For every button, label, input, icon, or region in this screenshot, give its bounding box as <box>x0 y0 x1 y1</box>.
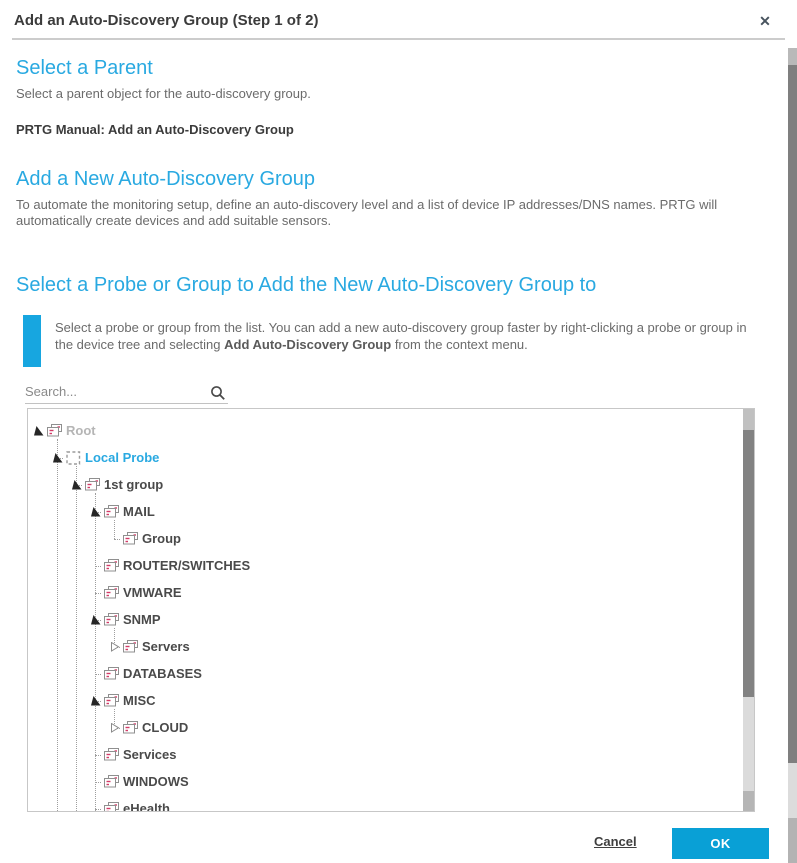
group-icon <box>104 802 120 813</box>
info-text: Select a probe or group from the list. Y… <box>55 319 755 353</box>
tree-item-label[interactable]: VMWARE <box>123 585 182 600</box>
tree-item-router-switches[interactable]: ROUTER/SWITCHES <box>91 552 250 579</box>
toggle-placeholder <box>91 560 102 571</box>
header-divider <box>12 38 785 40</box>
close-icon[interactable]: ✕ <box>753 9 777 33</box>
tree-item-misc[interactable]: MISC <box>91 687 156 714</box>
collapse-toggle-icon[interactable] <box>91 614 102 625</box>
tree-item-label[interactable]: 1st group <box>104 477 163 492</box>
tree-item-snmp[interactable]: SNMP <box>91 606 161 633</box>
tree-item-servers[interactable]: Servers <box>110 633 190 660</box>
collapse-toggle-icon[interactable] <box>72 479 83 490</box>
collapse-toggle-icon[interactable] <box>91 506 102 517</box>
dialog-scrollbar-thumb[interactable] <box>788 65 797 763</box>
tree-item-label[interactable]: WINDOWS <box>123 774 189 789</box>
group-icon <box>104 559 120 573</box>
tree-item-label[interactable]: Services <box>123 747 177 762</box>
tree-item-ehealth[interactable]: eHealth <box>91 795 170 812</box>
info-text-bold: Add Auto-Discovery Group <box>224 337 391 352</box>
tree-item-group[interactable]: Group <box>110 525 181 552</box>
dialog-scrollbar-track-bottom[interactable] <box>788 818 797 863</box>
tree-item-mail[interactable]: MAIL <box>91 498 155 525</box>
tree-item-label[interactable]: Root <box>66 423 96 438</box>
info-accent-bar <box>23 315 41 367</box>
tree-scrollbar-track[interactable] <box>743 697 754 791</box>
dialog-title: Add an Auto-Discovery Group (Step 1 of 2… <box>14 12 318 29</box>
tree-item-vmware[interactable]: VMWARE <box>91 579 182 606</box>
tree-item-label[interactable]: MAIL <box>123 504 155 519</box>
tree-item-label[interactable]: ROUTER/SWITCHES <box>123 558 250 573</box>
dialog-scrollbar-track-top[interactable] <box>788 48 797 65</box>
tree-item-label[interactable]: SNMP <box>123 612 161 627</box>
select-parent-description: Select a parent object for the auto-disc… <box>16 86 311 102</box>
tree-scrollbar-track-top[interactable] <box>743 409 754 430</box>
tree-connector-line <box>57 439 58 812</box>
ok-button[interactable]: OK <box>672 828 769 859</box>
group-icon <box>104 505 120 519</box>
group-icon <box>47 424 63 438</box>
toggle-placeholder <box>91 668 102 679</box>
collapse-toggle-icon[interactable] <box>34 425 45 436</box>
collapse-toggle-icon[interactable] <box>91 695 102 706</box>
group-icon <box>104 586 120 600</box>
toggle-placeholder <box>91 776 102 787</box>
tree-scrollbar-track-bottom[interactable] <box>743 791 754 811</box>
info-text-suffix: from the context menu. <box>391 337 528 352</box>
tree-item-root[interactable]: Root <box>34 417 96 444</box>
add-group-description: To automate the monitoring setup, define… <box>16 197 761 229</box>
select-probe-heading: Select a Probe or Group to Add the New A… <box>16 274 596 297</box>
tree-item-label[interactable]: Group <box>142 531 181 546</box>
prtg-manual-link[interactable]: PRTG Manual: Add an Auto-Discovery Group <box>16 122 294 137</box>
tree-item-label[interactable]: Servers <box>142 639 190 654</box>
toggle-placeholder <box>91 749 102 760</box>
toggle-placeholder <box>91 803 102 812</box>
tree-connector-line <box>76 466 77 812</box>
tree-item-label[interactable]: MISC <box>123 693 156 708</box>
group-icon <box>123 532 139 546</box>
tree-item-label[interactable]: CLOUD <box>142 720 188 735</box>
collapse-toggle-icon[interactable] <box>53 452 64 463</box>
group-icon <box>104 667 120 681</box>
tree-item-cloud[interactable]: CLOUD <box>110 714 188 741</box>
toggle-placeholder <box>110 533 121 544</box>
tree-item-label[interactable]: eHealth <box>123 801 170 812</box>
tree-item-local-probe[interactable]: Local Probe <box>53 444 159 471</box>
expand-toggle-icon[interactable] <box>110 722 121 733</box>
toggle-placeholder <box>91 587 102 598</box>
tree-scrollbar-thumb[interactable] <box>743 430 754 697</box>
device-tree: Root Local Probe 1st group MAIL Group ROUTER/… <box>27 408 755 812</box>
expand-toggle-icon[interactable] <box>110 641 121 652</box>
tree-item-databases[interactable]: DATABASES <box>91 660 202 687</box>
group-icon <box>104 775 120 789</box>
add-group-heading: Add a New Auto-Discovery Group <box>16 168 315 191</box>
group-icon <box>104 748 120 762</box>
group-icon <box>85 478 101 492</box>
search-field-wrap <box>25 383 228 404</box>
search-input[interactable] <box>25 384 195 399</box>
select-parent-heading: Select a Parent <box>16 57 153 80</box>
dialog-scrollbar-track[interactable] <box>788 763 797 818</box>
tree-item-label[interactable]: Local Probe <box>85 450 159 465</box>
cancel-button[interactable]: Cancel <box>594 834 637 849</box>
tree-item-label[interactable]: DATABASES <box>123 666 202 681</box>
probe-icon <box>66 451 82 465</box>
group-icon <box>123 640 139 654</box>
tree-item-windows[interactable]: WINDOWS <box>91 768 189 795</box>
tree-item-1st-group[interactable]: 1st group <box>72 471 163 498</box>
group-icon <box>104 694 120 708</box>
group-icon <box>123 721 139 735</box>
search-icon[interactable] <box>210 385 226 406</box>
tree-item-services[interactable]: Services <box>91 741 177 768</box>
group-icon <box>104 613 120 627</box>
